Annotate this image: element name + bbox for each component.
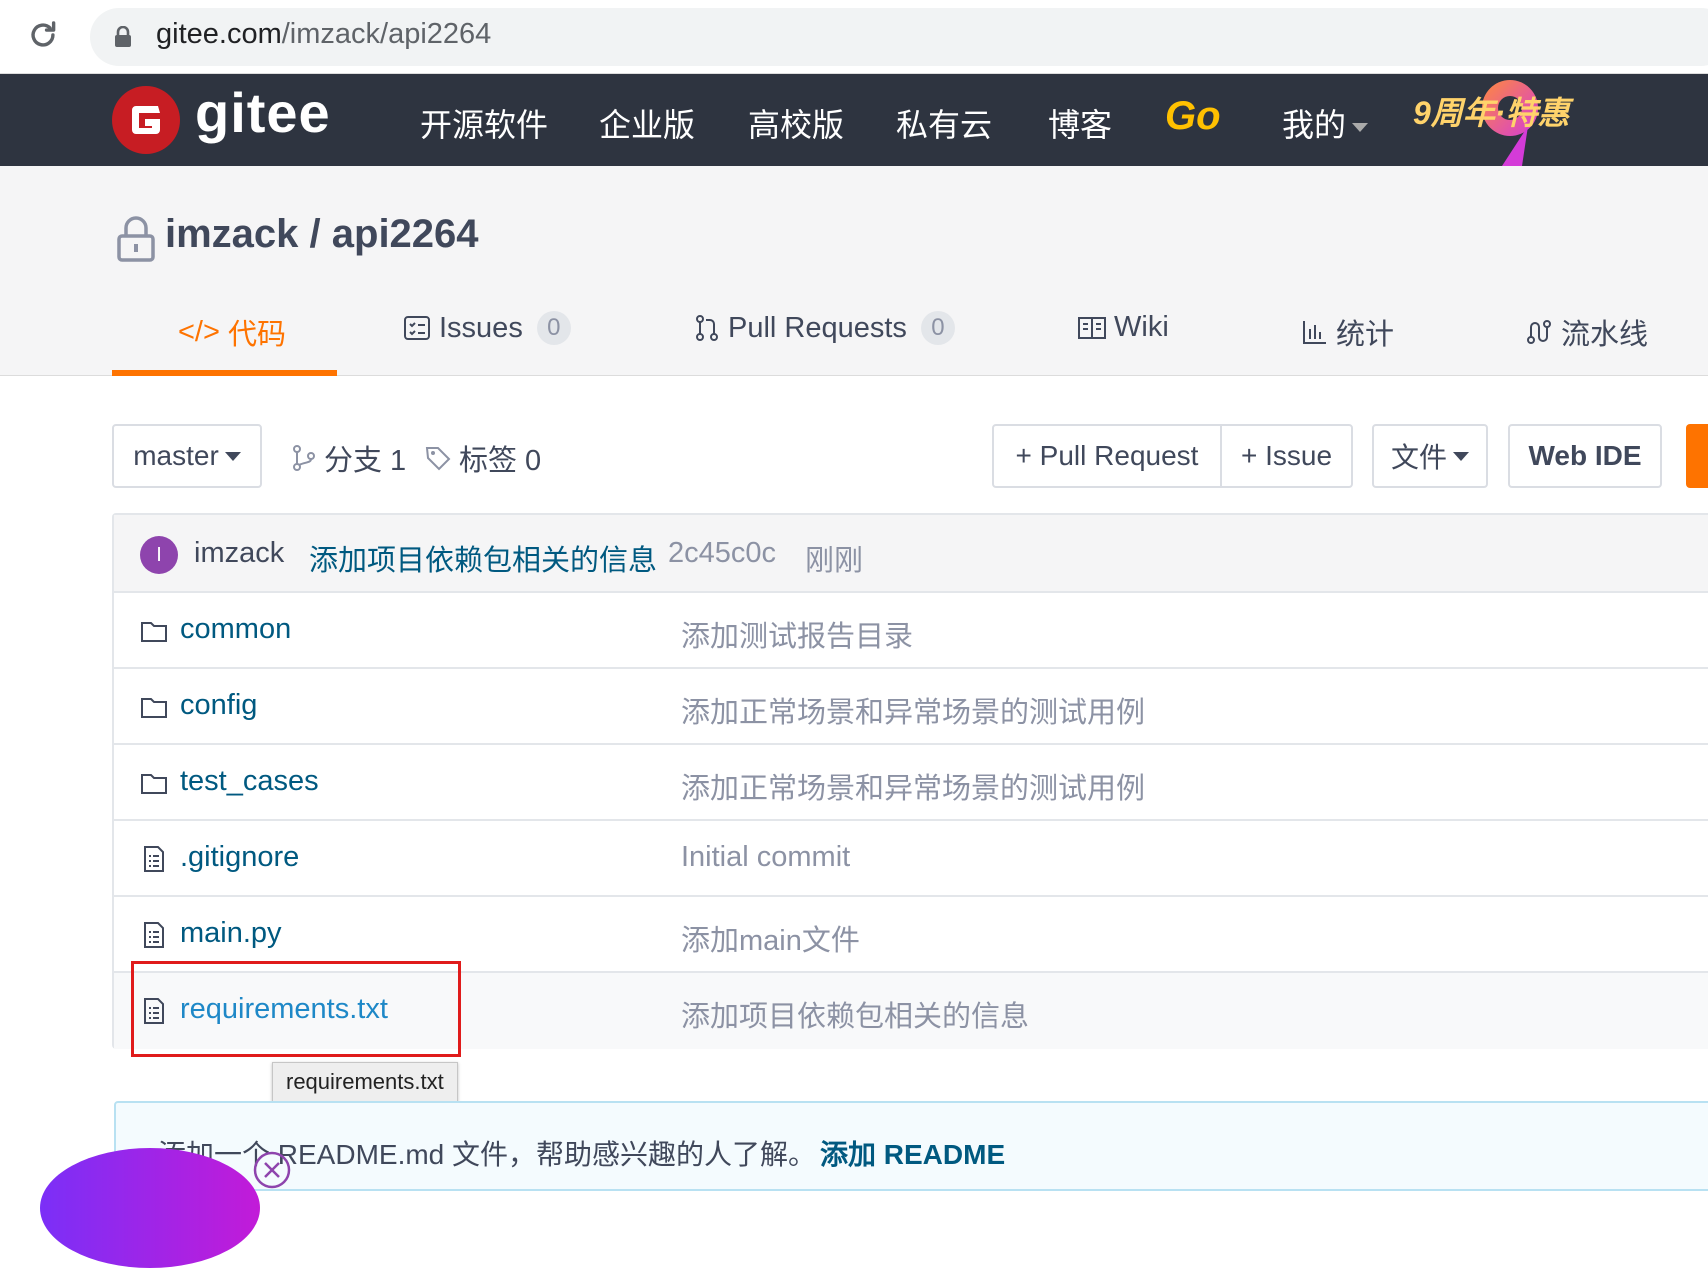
table-row[interactable]: test_cases 添加正常场景和异常场景的测试用例	[114, 745, 1708, 821]
nav-education[interactable]: 高校版	[748, 100, 844, 146]
nav-mine-label: 我的	[1282, 107, 1347, 143]
branch-selector[interactable]: master	[112, 424, 262, 488]
pipeline-icon	[1527, 320, 1551, 344]
file-commit-message[interactable]: 添加正常场景和异常场景的测试用例	[681, 765, 1145, 807]
file-name-link[interactable]: main.py	[180, 917, 282, 950]
close-icon[interactable]	[252, 1150, 292, 1190]
nav-open-source[interactable]: 开源软件	[420, 100, 548, 146]
branches-label: 分支 1	[324, 445, 407, 477]
tab-pull-requests[interactable]: Pull Requests 0	[694, 311, 955, 345]
tags-link[interactable]: 标签 0	[425, 437, 541, 479]
nav-private-cloud[interactable]: 私有云	[896, 100, 992, 146]
chevron-down-icon	[1453, 451, 1469, 461]
nav-enterprise[interactable]: 企业版	[599, 100, 695, 146]
tab-code-label: 代码	[227, 319, 286, 351]
reload-icon[interactable]	[26, 18, 60, 52]
branch-icon	[293, 445, 315, 471]
commit-author[interactable]: imzack	[194, 537, 284, 570]
tab-code[interactable]: </> 代码	[178, 311, 286, 353]
latest-commit-row: I imzack 添加项目依赖包相关的信息 2c45c0c 刚刚	[114, 515, 1708, 593]
lock-icon[interactable]	[113, 26, 133, 48]
file-name-link[interactable]: .gitignore	[180, 841, 299, 874]
table-row[interactable]: common 添加测试报告目录	[114, 593, 1708, 669]
file-icon	[144, 922, 164, 948]
tab-wiki[interactable]: Wiki	[1078, 311, 1169, 344]
wiki-icon	[1078, 316, 1106, 339]
file-name-link[interactable]: common	[180, 613, 291, 646]
tab-wiki-label: Wiki	[1114, 311, 1169, 343]
file-commit-message[interactable]: 添加正常场景和异常场景的测试用例	[681, 689, 1145, 731]
tab-issues-label: Issues	[439, 311, 523, 344]
file-commit-message[interactable]: Initial commit	[681, 841, 850, 874]
pull-request-icon	[696, 315, 718, 341]
gitee-logo-icon[interactable]	[112, 86, 180, 154]
pull-requests-count-badge: 0	[920, 311, 955, 345]
file-dropdown-label: 文件	[1390, 442, 1447, 473]
floating-widget[interactable]	[40, 1148, 260, 1268]
web-ide-button[interactable]: Web IDE	[1508, 424, 1662, 488]
new-pull-request-button[interactable]: + Pull Request	[992, 424, 1222, 488]
file-name-link[interactable]: test_cases	[180, 765, 319, 798]
clone-download-button[interactable]	[1686, 424, 1708, 488]
nav-mine-dropdown[interactable]: 我的	[1282, 100, 1369, 146]
url-text[interactable]: gitee.com/imzack/api2264	[156, 18, 491, 51]
issues-count-badge: 0	[536, 311, 571, 345]
tab-stats[interactable]: 统计	[1302, 311, 1394, 353]
tag-icon	[425, 447, 451, 471]
highlight-annotation	[131, 961, 461, 1057]
code-icon: </>	[178, 315, 220, 348]
browser-toolbar: gitee.com/imzack/api2264	[0, 0, 1708, 74]
branches-link[interactable]: 分支 1	[292, 437, 406, 479]
private-lock-icon	[117, 216, 155, 262]
stats-icon	[1303, 321, 1326, 344]
active-tab-indicator	[112, 370, 337, 376]
avatar[interactable]: I	[140, 536, 178, 574]
file-name-link[interactable]: config	[180, 689, 257, 722]
tab-issues[interactable]: Issues 0	[403, 311, 571, 345]
table-row[interactable]: .gitignore Initial commit	[114, 821, 1708, 897]
issues-icon	[404, 316, 430, 340]
file-commit-message[interactable]: 添加main文件	[681, 917, 860, 959]
file-dropdown[interactable]: 文件	[1372, 424, 1488, 488]
folder-icon	[141, 698, 167, 718]
tags-label: 标签 0	[459, 445, 542, 477]
promo-text[interactable]: 9周年·特惠	[1413, 88, 1569, 134]
tab-pull-requests-label: Pull Requests	[728, 311, 907, 344]
tab-pipeline-label: 流水线	[1561, 319, 1649, 351]
nav-go[interactable]: Go	[1165, 94, 1221, 139]
nav-blog[interactable]: 博客	[1048, 100, 1112, 146]
table-row[interactable]: config 添加正常场景和异常场景的测试用例	[114, 669, 1708, 745]
tab-pipeline[interactable]: 流水线	[1525, 311, 1648, 353]
file-commit-message[interactable]: 添加项目依赖包相关的信息	[681, 993, 1029, 1035]
folder-icon	[141, 622, 167, 642]
tooltip: requirements.txt	[272, 1062, 458, 1102]
chevron-down-icon	[1352, 123, 1369, 133]
tab-stats-label: 统计	[1336, 319, 1395, 351]
commit-time: 刚刚	[805, 545, 864, 577]
folder-icon	[141, 774, 167, 794]
new-issue-button[interactable]: + Issue	[1220, 424, 1353, 488]
add-readme-link[interactable]: 添加 README	[820, 1133, 1005, 1173]
branch-selector-label: master	[133, 440, 219, 471]
page-title[interactable]: imzack / api2264	[165, 212, 479, 257]
site-header: gitee 开源软件 企业版 高校版 私有云 博客 Go 我的 9周年·特惠	[0, 74, 1708, 166]
commit-message[interactable]: 添加项目依赖包相关的信息	[309, 537, 657, 579]
chevron-down-icon	[224, 451, 241, 461]
project-header: imzack / api2264 </> 代码 Issues 0 Pull Re…	[0, 166, 1708, 376]
commit-hash[interactable]: 2c45c0c	[668, 537, 776, 570]
file-icon	[144, 846, 164, 872]
gitee-logo-text[interactable]: gitee	[195, 80, 331, 145]
file-commit-message[interactable]: 添加测试报告目录	[681, 613, 913, 655]
